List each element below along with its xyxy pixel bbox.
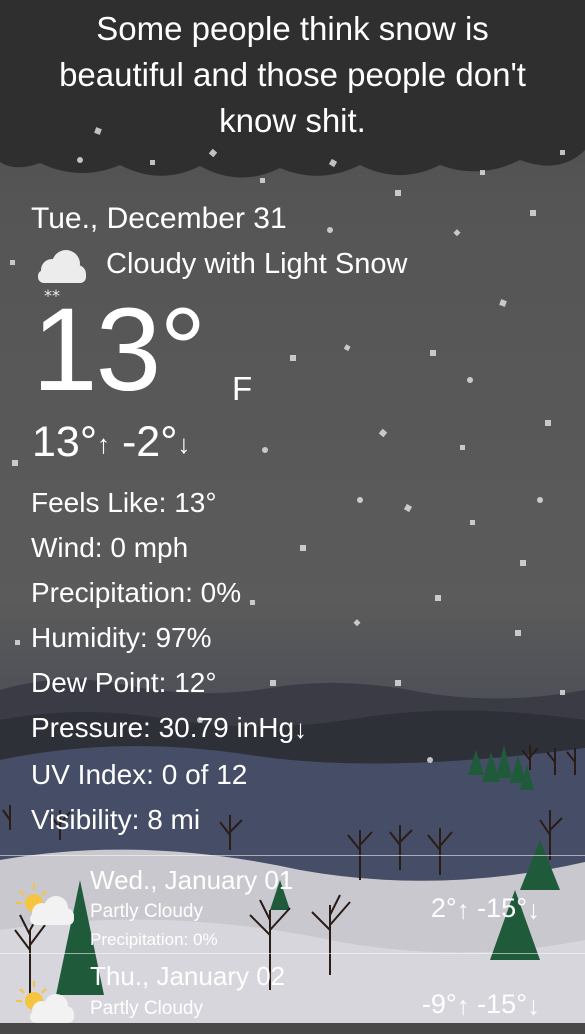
weather-panel: Tue., December 31 ** Cloudy with Light S…: [0, 0, 585, 1023]
forecast-condition: Partly Cloudy: [90, 998, 203, 1019]
forecast-row-wed[interactable]: Wed., January 01 Partly Cloudy Precipita…: [0, 855, 585, 953]
high-temp: 13°: [32, 418, 98, 466]
down-arrow-icon: ↓: [527, 990, 540, 1021]
forecast-precipitation: Precipitation: 0%: [90, 930, 218, 949]
detail-precipitation: Precipitation: 0%: [31, 577, 242, 608]
detail-humidity: Humidity: 97%: [31, 622, 212, 653]
up-arrow-icon: ↑: [456, 990, 470, 1021]
detail-visibility: Visibility: 8 mi: [31, 804, 201, 836]
detail-uv-index: UV Index: 0 of 12: [31, 759, 248, 791]
up-arrow-icon: ↑: [97, 429, 111, 460]
current-temperature: 13°: [32, 284, 206, 416]
detail-pressure: Pressure: 30.79 inHg↓: [31, 712, 308, 745]
temperature-unit: F: [232, 370, 253, 407]
forecast-condition: Partly Cloudy: [90, 901, 203, 922]
current-condition: Cloudy with Light Snow: [106, 248, 408, 280]
current-date: Tue., December 31: [31, 202, 287, 235]
partly-cloudy-icon: [14, 881, 76, 931]
high-low-temperature: 13°↑ -2°↓: [32, 418, 190, 467]
low-temp: -2°: [121, 418, 178, 466]
detail-feels-like: Feels Like: 13°: [31, 487, 217, 518]
up-arrow-icon: ↑: [456, 894, 470, 925]
forecast-high-low: 2°↑ -15°↓: [430, 893, 540, 925]
weather-details-list: Feels Like: 13° Wind: 0 mph Precipitatio…: [31, 480, 307, 842]
forecast-day: Thu., January 02: [90, 961, 286, 991]
pressure-trend-icon: ↓: [294, 714, 308, 745]
forecast-day: Wed., January 01: [90, 865, 294, 895]
detail-wind: Wind: 0 mph: [31, 532, 189, 563]
forecast-row-thu[interactable]: Thu., January 02 Partly Cloudy -9°↑ -15°…: [0, 953, 585, 1023]
down-arrow-icon: ↓: [527, 894, 540, 925]
forecast-high-low: -9°↑ -15°↓: [421, 989, 540, 1021]
down-arrow-icon: ↓: [177, 429, 191, 460]
partly-cloudy-icon: [14, 979, 76, 1029]
detail-dew-point: Dew Point: 12°: [31, 667, 217, 698]
